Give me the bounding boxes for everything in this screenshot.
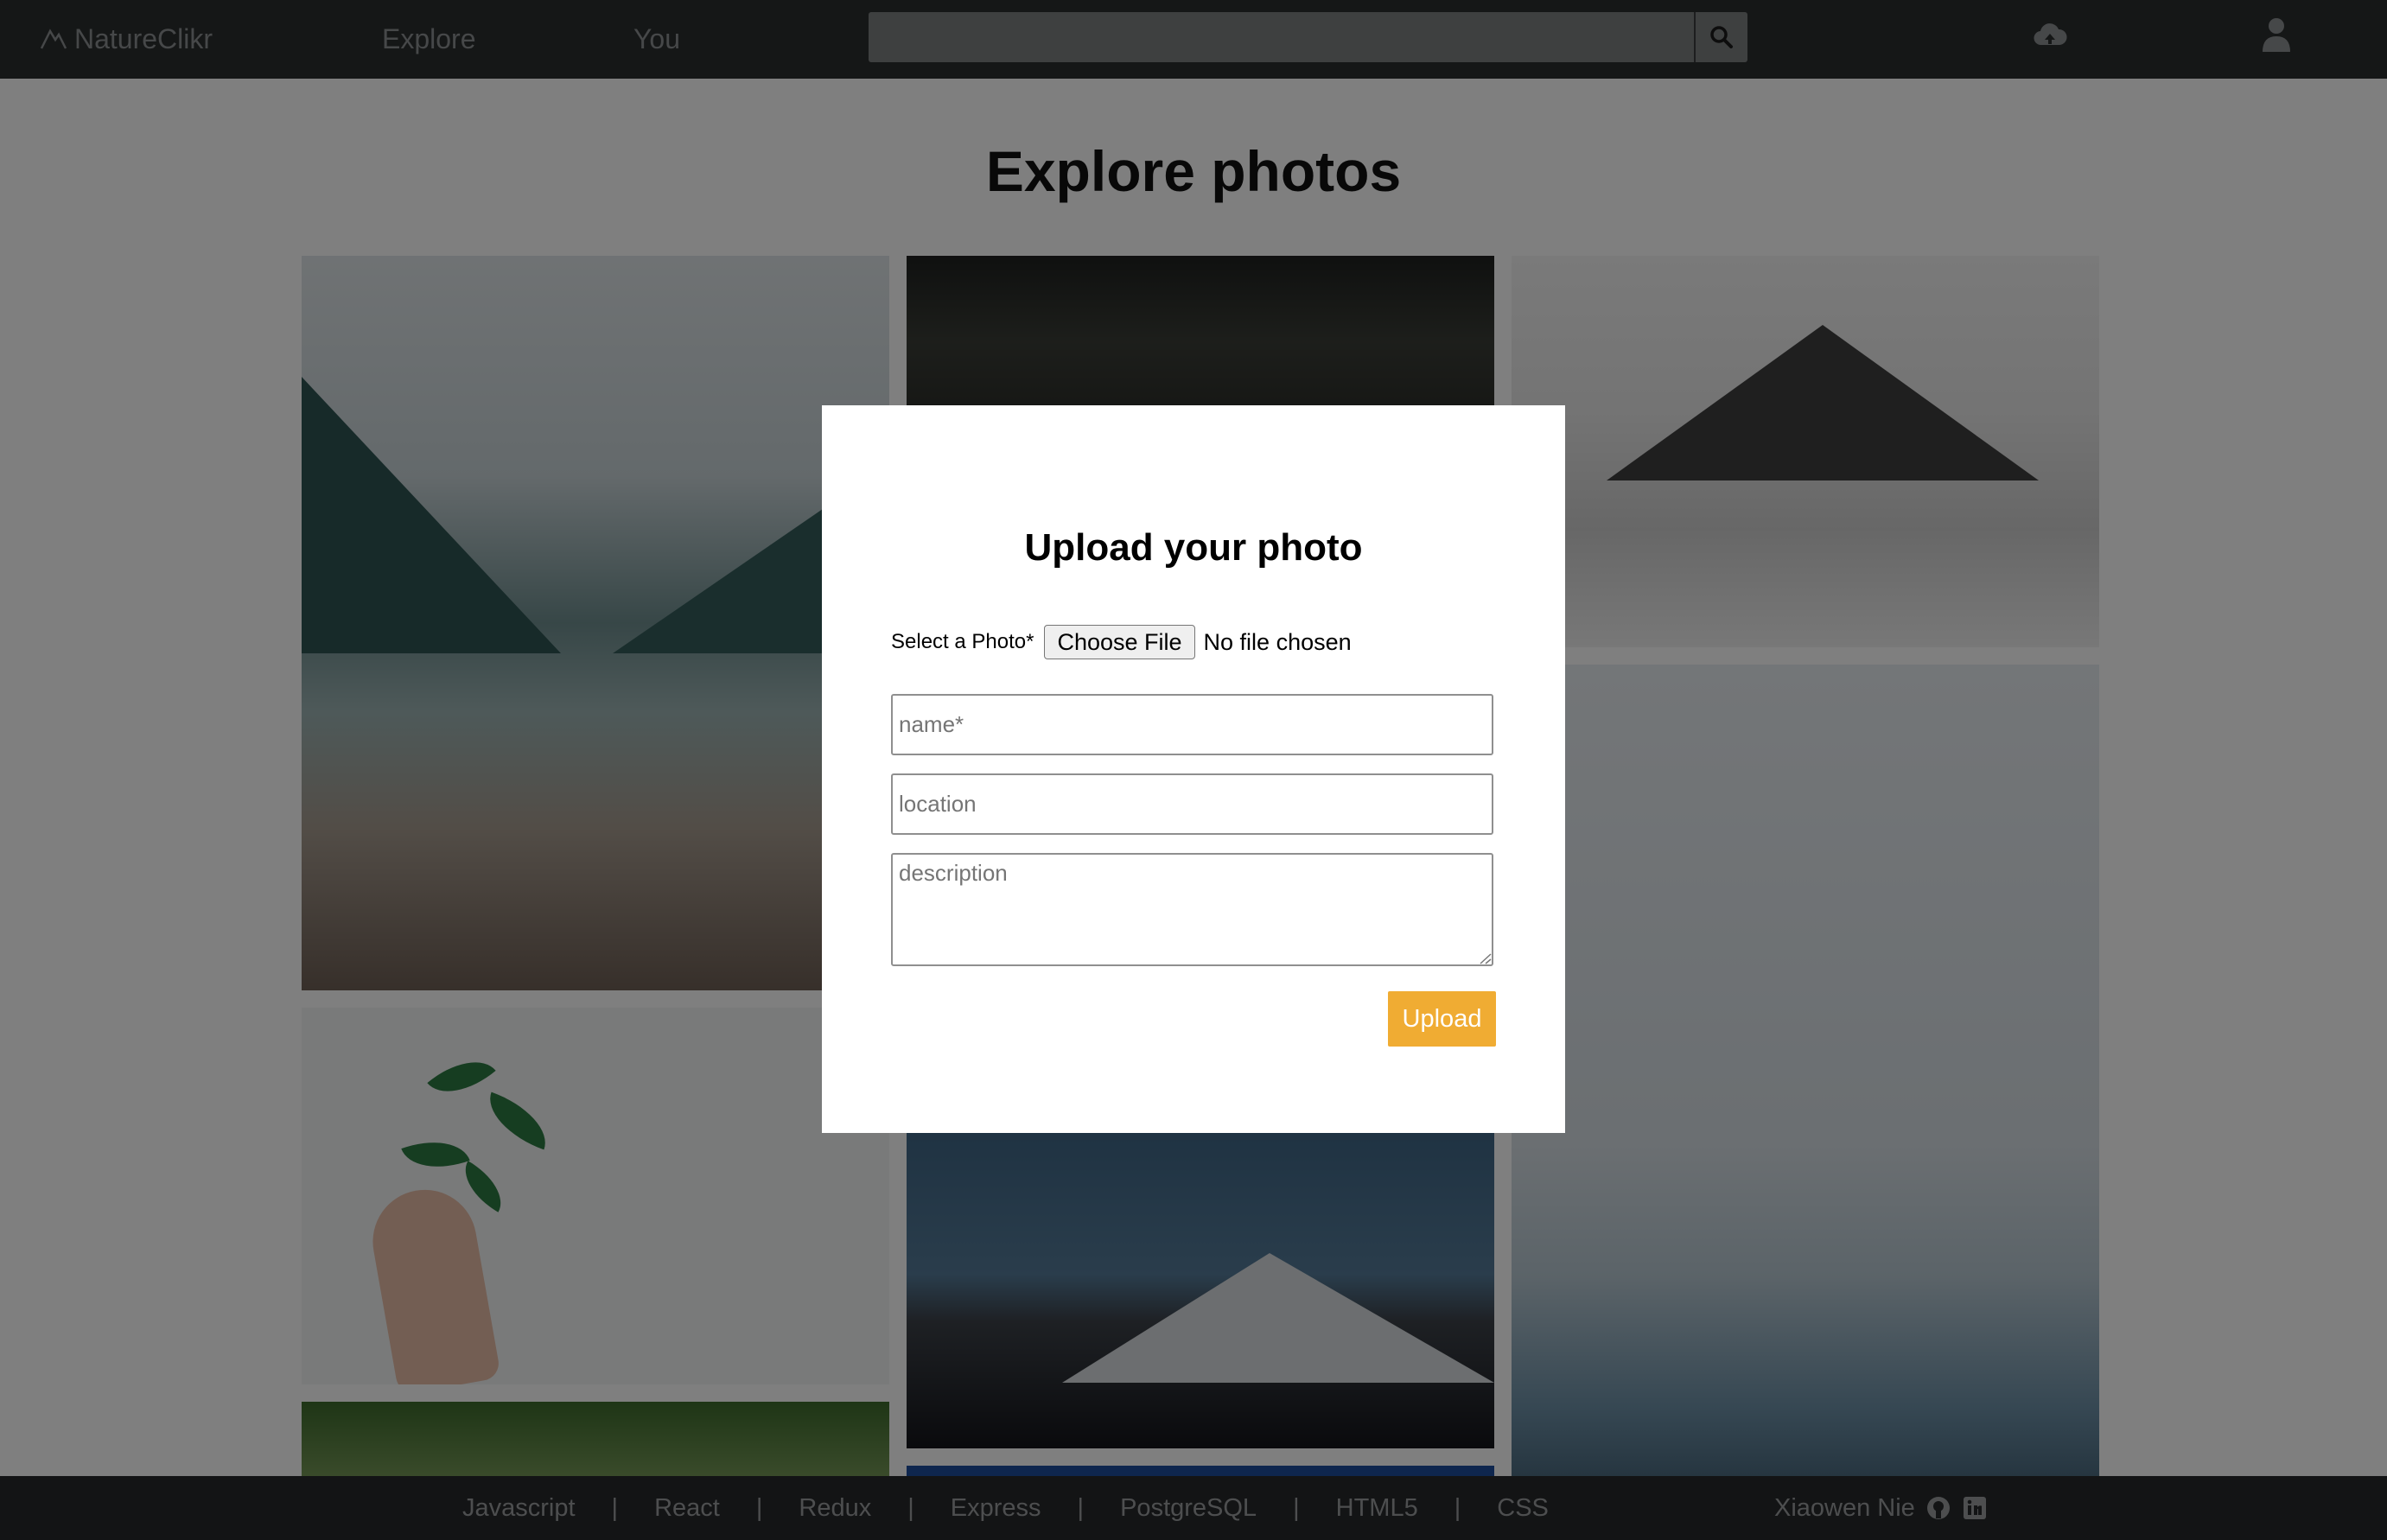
file-label: Select a Photo* xyxy=(891,630,1034,653)
upload-modal: Upload your photo Select a Photo* Choose… xyxy=(822,405,1565,1133)
choose-file-button[interactable]: Choose File xyxy=(1044,625,1195,659)
upload-button[interactable]: Upload xyxy=(1388,991,1496,1047)
modal-title: Upload your photo xyxy=(1024,526,1363,569)
file-status: No file chosen xyxy=(1203,628,1352,655)
file-picker-row: Select a Photo* Choose File No file chos… xyxy=(891,623,1352,661)
description-textarea[interactable] xyxy=(891,853,1493,966)
name-input[interactable] xyxy=(891,694,1493,755)
resize-handle-icon[interactable] xyxy=(1478,952,1492,964)
location-input[interactable] xyxy=(891,773,1493,835)
